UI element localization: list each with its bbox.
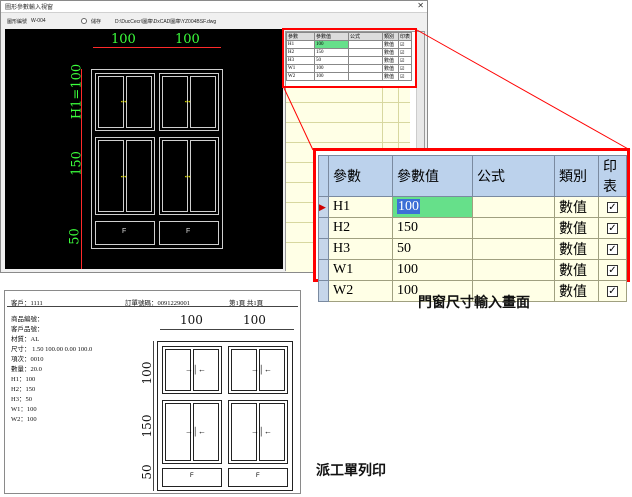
- handle-icon: →│←: [251, 427, 272, 436]
- info-line: H2：150: [11, 386, 36, 393]
- print-checkbox-cell[interactable]: ✓: [598, 280, 627, 302]
- dim-top-left: 100: [180, 313, 203, 327]
- print-checkbox-cell[interactable]: ✓: [598, 259, 627, 281]
- param-cell: H1: [328, 196, 393, 218]
- caption-input-screen: 門窗尺寸輸入畫面: [418, 295, 530, 311]
- formula-cell[interactable]: [472, 238, 555, 260]
- caption-work-order: 派工單列印: [316, 463, 386, 479]
- info-line: 數量：20.0: [11, 366, 42, 373]
- handle-icon: →│←: [251, 365, 272, 374]
- info-line: W1：100: [11, 406, 37, 413]
- info-line: 項次：0010: [11, 356, 44, 363]
- dim-left-mid: 150: [140, 414, 154, 438]
- formula-cell[interactable]: [472, 217, 555, 239]
- type-cell: 數值: [554, 280, 599, 302]
- value-cell-selected[interactable]: 100: [392, 196, 473, 218]
- param-cell: H3: [328, 238, 393, 260]
- header-divider: [7, 306, 298, 307]
- formula-cell[interactable]: [472, 196, 555, 218]
- type-cell: 數值: [554, 196, 599, 218]
- print-checkbox-cell[interactable]: ✓: [598, 217, 627, 239]
- work-order-print-preview: 客戶：1111 訂單號碼：0091229001 第1頁 共1頁 商品編號： 客戶…: [4, 290, 301, 494]
- checkbox-checked-icon[interactable]: ✓: [607, 223, 618, 234]
- param-cell: H2: [328, 217, 393, 239]
- col-header: 參數: [328, 155, 393, 197]
- dim-left-top: 100: [140, 361, 154, 385]
- table-row[interactable]: H2 150 數值 ✓: [318, 217, 627, 239]
- row-indicator: [318, 238, 329, 260]
- zoomed-param-table: 參數 參數值 公式 類別 印表 ▶ H1 100 數值 ✓ H2 150 數值 …: [318, 155, 627, 302]
- param-cell: W2: [328, 280, 393, 302]
- row-header-corner: [318, 155, 329, 197]
- type-cell: 數值: [554, 238, 599, 260]
- connector-line: [283, 87, 314, 151]
- table-row[interactable]: ▶ H1 100 數值 ✓: [318, 196, 627, 218]
- info-line: H3：50: [11, 396, 32, 403]
- row-indicator: ▶: [318, 196, 329, 218]
- row-indicator: [318, 280, 329, 302]
- table-row[interactable]: H3 50 數值 ✓: [318, 238, 627, 260]
- dim-top-right: 100: [243, 313, 266, 327]
- current-row-arrow-icon: ▶: [319, 202, 326, 212]
- panel-label: F: [190, 473, 194, 479]
- connector-line: [416, 29, 631, 151]
- dim-left-bot: 50: [140, 464, 154, 480]
- table-row[interactable]: W1 100 數值 ✓: [318, 259, 627, 281]
- checkbox-checked-icon[interactable]: ✓: [607, 244, 618, 255]
- value-cell[interactable]: 100: [392, 259, 473, 281]
- param-cell: W1: [328, 259, 393, 281]
- col-header: 類別: [554, 155, 599, 197]
- dim-line: [160, 329, 294, 330]
- value-cell[interactable]: 150: [392, 217, 473, 239]
- formula-cell[interactable]: [472, 259, 555, 281]
- print-checkbox-cell[interactable]: ✓: [598, 196, 627, 218]
- col-header: 公式: [472, 155, 555, 197]
- value-cell[interactable]: 50: [392, 238, 473, 260]
- checkbox-checked-icon[interactable]: ✓: [607, 202, 618, 213]
- selected-value-text: 100: [397, 199, 420, 214]
- type-cell: 數值: [554, 259, 599, 281]
- info-line: H1：100: [11, 376, 36, 383]
- row-indicator: [318, 259, 329, 281]
- checkbox-checked-icon[interactable]: ✓: [607, 265, 618, 276]
- info-line: 尺寸： 1.50 100.00 0.00 100.0: [11, 346, 93, 353]
- info-line: 材質：AL: [11, 336, 40, 343]
- print-checkbox-cell[interactable]: ✓: [598, 238, 627, 260]
- col-header: 印表: [598, 155, 627, 197]
- row-indicator: [318, 217, 329, 239]
- highlight-box-zoom: 參數 參數值 公式 類別 印表 ▶ H1 100 數值 ✓ H2 150 數值 …: [313, 148, 630, 302]
- handle-icon: →│←: [185, 365, 206, 374]
- info-line: W2：100: [11, 416, 37, 423]
- panel-label: F: [256, 473, 260, 479]
- col-header: 參數值: [392, 155, 473, 197]
- info-line: 客戶品號：: [11, 326, 44, 333]
- type-cell: 數值: [554, 217, 599, 239]
- checkbox-checked-icon[interactable]: ✓: [607, 286, 618, 297]
- info-line: 商品編號：: [11, 316, 44, 323]
- handle-icon: →│←: [185, 427, 206, 436]
